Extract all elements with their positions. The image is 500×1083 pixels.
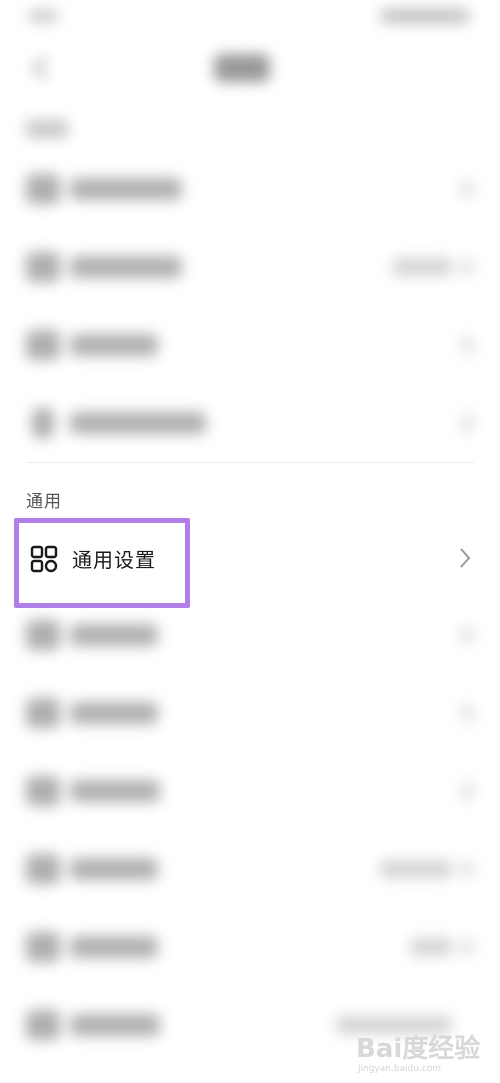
status-bar — [0, 0, 500, 36]
item-value — [380, 860, 452, 878]
item-label — [70, 624, 158, 646]
item-label — [70, 256, 182, 278]
general-settings-label: 通用设置 — [72, 548, 156, 572]
chevron-right-icon — [462, 860, 472, 878]
section-label-general: 通用 — [26, 492, 62, 512]
nav-bar — [0, 40, 500, 96]
item-value — [410, 938, 452, 956]
item-icon — [26, 174, 60, 204]
item-icon — [26, 620, 60, 650]
item-label — [70, 936, 158, 958]
list-item[interactable] — [0, 832, 500, 910]
chevron-right-icon — [462, 336, 472, 354]
list-item[interactable] — [0, 598, 500, 676]
chevron-right-icon — [462, 180, 472, 198]
item-label — [70, 1014, 160, 1036]
list-item[interactable] — [0, 910, 500, 988]
chevron-right-icon — [462, 258, 472, 276]
chevron-right-icon — [462, 938, 472, 956]
chevron-right-icon — [462, 414, 472, 432]
list-item[interactable] — [0, 230, 500, 308]
item-value — [392, 258, 452, 276]
section-label-blurred — [26, 120, 68, 138]
item-label — [70, 780, 160, 802]
list-item[interactable] — [0, 676, 500, 754]
list-item[interactable] — [0, 754, 500, 832]
item-icon — [26, 776, 60, 806]
item-icon — [26, 854, 60, 884]
chevron-right-icon — [462, 626, 472, 644]
apps-grid-icon — [30, 545, 58, 573]
item-icon — [26, 932, 60, 962]
watermark-logo: Bai度经验 — [356, 1034, 481, 1064]
watermark: Bai度经验 jingyan.baidu.com — [356, 1024, 492, 1076]
section-divider — [26, 462, 474, 463]
item-icon — [26, 698, 60, 728]
general-settings-item[interactable]: 通用设置 — [0, 520, 500, 600]
status-icons — [380, 9, 470, 23]
item-label — [70, 858, 158, 880]
page-title — [214, 54, 270, 82]
watermark-url: jingyan.baidu.com — [358, 1064, 442, 1074]
list-item[interactable] — [0, 386, 500, 464]
chevron-right-icon — [460, 548, 471, 568]
status-time — [28, 10, 58, 22]
item-label — [70, 702, 158, 724]
chevron-right-icon — [462, 704, 472, 722]
item-icon — [26, 330, 60, 360]
item-icon — [32, 408, 54, 438]
item-label — [70, 178, 182, 200]
list-item[interactable] — [0, 152, 500, 230]
item-icon — [26, 1010, 60, 1040]
back-icon[interactable] — [32, 56, 56, 80]
item-icon — [26, 252, 60, 282]
item-label — [70, 412, 206, 434]
chevron-right-icon — [462, 782, 472, 800]
item-label — [70, 334, 158, 356]
list-item[interactable] — [0, 308, 500, 386]
